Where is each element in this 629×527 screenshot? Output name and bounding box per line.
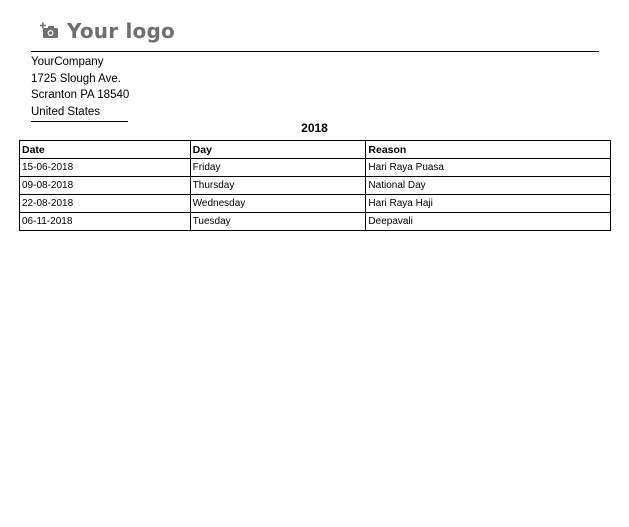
company-name: YourCompany	[31, 56, 104, 68]
camera-add-icon	[39, 22, 60, 40]
company-city: Scranton PA 18540	[31, 89, 130, 101]
logo-text: Your logo	[67, 19, 175, 43]
cell-day: Tuesday	[189, 212, 367, 231]
table-row: 09-08-2018 Thursday National Day	[19, 176, 611, 195]
document-header: Your logo	[31, 18, 599, 52]
holidays-table: Date Day Reason 15-06-2018 Friday Hari R…	[19, 140, 611, 231]
table-header-row: Date Day Reason	[19, 140, 611, 159]
cell-day: Thursday	[189, 176, 367, 195]
company-logo: Your logo	[39, 18, 175, 44]
cell-reason: Hari Raya Haji	[365, 194, 611, 213]
cell-reason: Hari Raya Puasa	[365, 158, 611, 177]
company-street: 1725 Slough Ave.	[31, 72, 121, 85]
cell-day: Wednesday	[189, 194, 367, 213]
table-row: 15-06-2018 Friday Hari Raya Puasa	[19, 158, 611, 177]
column-header-day: Day	[189, 140, 367, 159]
company-address: YourCompany 1725 Slough Ave. Scranton PA…	[31, 54, 129, 122]
cell-date: 06-11-2018	[19, 212, 191, 231]
cell-date: 09-08-2018	[19, 176, 191, 195]
table-row: 06-11-2018 Tuesday Deepavali	[19, 212, 611, 231]
table-row: 22-08-2018 Wednesday Hari Raya Haji	[19, 194, 611, 213]
cell-date: 15-06-2018	[19, 158, 191, 177]
report-year: 2018	[301, 121, 328, 135]
column-header-reason: Reason	[365, 140, 611, 159]
cell-reason: Deepavali	[365, 212, 611, 231]
cell-date: 22-08-2018	[19, 194, 191, 213]
cell-day: Friday	[189, 158, 367, 177]
column-header-date: Date	[19, 140, 191, 159]
company-country: United States	[31, 104, 129, 122]
cell-reason: National Day	[365, 176, 611, 195]
